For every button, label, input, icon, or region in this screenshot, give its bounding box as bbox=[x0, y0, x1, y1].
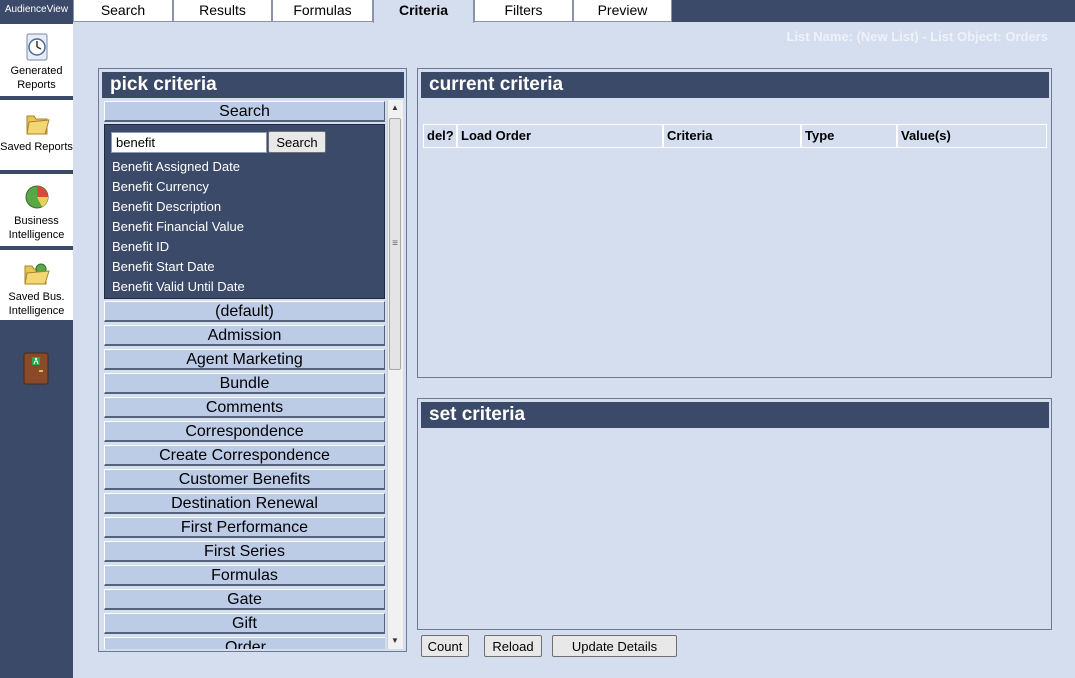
sidebar-item-generated-reports[interactable]: Generated Reports bbox=[0, 24, 73, 98]
search-result-item[interactable]: Benefit Financial Value bbox=[112, 217, 244, 237]
sidebar-item-label: Generated Reports bbox=[10, 65, 63, 91]
criteria-search-button[interactable]: Search bbox=[268, 131, 326, 153]
set-criteria-panel bbox=[417, 398, 1052, 630]
column-criteria: Criteria bbox=[664, 125, 802, 147]
tab-preview[interactable]: Preview bbox=[573, 0, 672, 22]
search-result-item[interactable]: Benefit Assigned Date bbox=[112, 157, 240, 177]
category-agent-marketing[interactable]: Agent Marketing bbox=[104, 349, 385, 370]
tab-search[interactable]: Search bbox=[73, 0, 173, 22]
count-button[interactable]: Count bbox=[421, 635, 469, 657]
category-bundle[interactable]: Bundle bbox=[104, 373, 385, 394]
sidebar-item-business-intelligence[interactable]: Business Intelligence bbox=[0, 174, 73, 248]
folder-icon bbox=[25, 115, 50, 135]
category-destination-renewal[interactable]: Destination Renewal bbox=[104, 493, 385, 514]
column-values: Value(s) bbox=[901, 128, 951, 143]
folder-open-icon bbox=[23, 263, 50, 285]
sidebar-item-saved-reports[interactable]: Saved Reports bbox=[0, 100, 73, 172]
category-gate[interactable]: Gate bbox=[104, 589, 385, 610]
sidebar-item-label: Saved Reports bbox=[0, 141, 73, 153]
search-result-item[interactable]: Benefit Start Date bbox=[112, 257, 215, 277]
pick-criteria-title: pick criteria bbox=[102, 72, 404, 98]
category-gift[interactable]: Gift bbox=[104, 613, 385, 634]
category-default[interactable]: (default) bbox=[104, 301, 385, 322]
current-criteria-panel bbox=[417, 68, 1052, 378]
scroll-up-arrow-icon[interactable]: ▲ bbox=[387, 100, 403, 116]
criteria-search-input[interactable] bbox=[111, 132, 267, 153]
criteria-table-header: del? Load Order Criteria Type Value(s) bbox=[423, 124, 1047, 148]
search-result-item[interactable]: Benefit Description bbox=[112, 197, 221, 217]
tab-results[interactable]: Results bbox=[173, 0, 272, 22]
category-admission[interactable]: Admission bbox=[104, 325, 385, 346]
sidebar-item-saved-bus-intelligence[interactable]: Saved Bus. Intelligence bbox=[0, 250, 73, 322]
search-result-item[interactable]: Benefit ID bbox=[112, 237, 169, 257]
sidebar-item-label: Saved Bus. Intelligence bbox=[8, 291, 65, 317]
scroll-grip-icon: ≡ bbox=[392, 238, 398, 249]
category-first-series[interactable]: First Series bbox=[104, 541, 385, 562]
update-details-button[interactable]: Update Details bbox=[552, 635, 677, 657]
tab-formulas[interactable]: Formulas bbox=[272, 0, 373, 22]
category-customer-benefits[interactable]: Customer Benefits bbox=[104, 469, 385, 490]
tab-criteria[interactable]: Criteria bbox=[373, 0, 474, 23]
exit-door-icon bbox=[23, 352, 49, 385]
search-category-header[interactable]: Search bbox=[104, 101, 385, 122]
category-correspondence[interactable]: Correspondence bbox=[104, 421, 385, 442]
scroll-down-arrow-icon[interactable]: ▼ bbox=[387, 633, 403, 649]
category-first-performance[interactable]: First Performance bbox=[104, 517, 385, 538]
app-title: AudienceView bbox=[0, 0, 73, 22]
column-load-order: Load Order bbox=[458, 125, 664, 147]
list-name-label: List Name: (New List) - List Object: Ord… bbox=[786, 29, 1049, 44]
category-clip: Order bbox=[104, 637, 385, 649]
category-comments[interactable]: Comments bbox=[104, 397, 385, 418]
current-criteria-title: current criteria bbox=[421, 72, 1049, 98]
clock-report-icon bbox=[26, 33, 47, 61]
exit-button[interactable] bbox=[23, 352, 49, 385]
column-del: del? bbox=[424, 125, 458, 147]
reload-button[interactable]: Reload bbox=[484, 635, 542, 657]
category-order[interactable]: Order bbox=[104, 637, 385, 649]
category-create-correspondence[interactable]: Create Correspondence bbox=[104, 445, 385, 466]
sidebar-item-label: Business Intelligence bbox=[8, 215, 65, 241]
tab-bar-filler bbox=[672, 0, 1075, 22]
set-criteria-title: set criteria bbox=[421, 402, 1049, 428]
pie-chart-icon bbox=[25, 185, 48, 209]
category-formulas[interactable]: Formulas bbox=[104, 565, 385, 586]
search-result-item[interactable]: Benefit Currency bbox=[112, 177, 209, 197]
column-type: Type bbox=[802, 125, 898, 147]
search-result-item[interactable]: Benefit Valid Until Date bbox=[112, 277, 245, 297]
tab-filters[interactable]: Filters bbox=[474, 0, 573, 22]
